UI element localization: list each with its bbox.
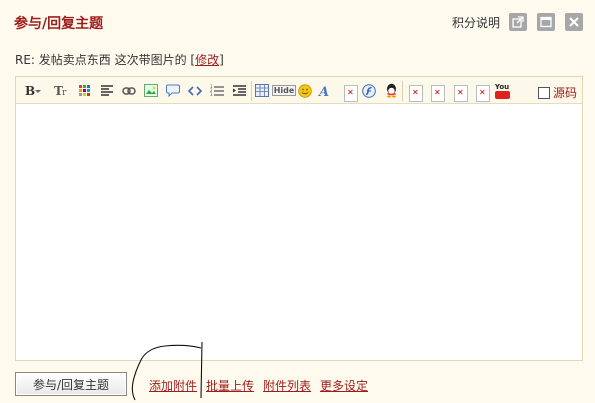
broken-image-icon[interactable] (476, 85, 490, 102)
toolbar-separator (251, 81, 252, 101)
quote-icon (166, 84, 180, 97)
more-settings-link[interactable]: 更多设定 (320, 377, 368, 394)
source-mode-toggle[interactable]: 源码 (538, 84, 577, 101)
broken-image-icon[interactable] (344, 85, 358, 102)
source-checkbox[interactable] (538, 86, 550, 99)
bold-button[interactable]: B (24, 82, 42, 99)
maximize-icon (540, 16, 552, 28)
table-icon (255, 84, 269, 97)
svg-text:A: A (318, 85, 329, 98)
message-textarea[interactable] (16, 104, 582, 360)
bold-icon: B (24, 84, 42, 98)
text-style-icon: A (318, 84, 332, 98)
subject-text: RE: 发帖卖点东西 这次带图片的 [ (15, 53, 196, 67)
broken-image-icon[interactable] (454, 85, 468, 102)
code-button[interactable] (187, 82, 203, 99)
code-icon (188, 85, 202, 96)
dialog-title: 参与/回复主题 (14, 16, 104, 32)
flash-button[interactable] (361, 82, 377, 99)
link-button[interactable] (121, 82, 137, 99)
qq-button[interactable] (383, 82, 399, 99)
toolbar-separator (402, 81, 403, 101)
ordered-list-icon: 123 (210, 84, 224, 97)
annotation-scribble (131, 341, 203, 401)
broken-image-icon[interactable] (409, 85, 423, 102)
youtube-icon: You (494, 82, 510, 99)
batch-upload-link[interactable]: 批量上传 (206, 377, 254, 394)
svg-text:r: r (62, 88, 67, 98)
close-icon (568, 16, 580, 28)
indent-icon (232, 84, 246, 97)
align-icon (101, 84, 113, 97)
source-label: 源码 (553, 86, 578, 100)
font-size-button[interactable]: Tr (54, 82, 72, 99)
smiley-icon (298, 83, 312, 98)
attachment-list-link[interactable]: 附件列表 (263, 377, 311, 394)
svg-text:B: B (25, 84, 35, 98)
smiley-button[interactable] (297, 82, 313, 99)
indent-button[interactable] (231, 82, 247, 99)
credits-link[interactable]: 积分说明 (452, 14, 500, 31)
color-grid-icon (79, 84, 91, 97)
ordered-list-button[interactable]: 123 (209, 82, 225, 99)
align-button[interactable] (99, 82, 115, 99)
subject-bracket: ] (219, 53, 224, 67)
broken-image-icon[interactable] (431, 85, 445, 102)
close-button[interactable] (565, 13, 583, 31)
popout-icon (512, 16, 524, 28)
editor-toolbar: B Tr 1 2 3 Hide A ✕ ✕ ✕ ✕ ✕ You 源码 (16, 77, 582, 104)
submit-reply-button[interactable]: 参与/回复主题 (15, 372, 127, 396)
text-style-button[interactable]: A (317, 82, 333, 99)
editor-frame: B Tr 1 2 3 Hide A ✕ ✕ ✕ ✕ ✕ You 源码 (15, 76, 583, 361)
link-icon (122, 86, 136, 96)
color-button[interactable] (77, 82, 93, 99)
youtube-button[interactable]: You (493, 81, 511, 100)
image-icon (144, 84, 158, 97)
flash-icon (362, 83, 376, 98)
table-button[interactable] (254, 82, 270, 99)
popout-button[interactable] (509, 13, 527, 31)
youtube-label: You (494, 82, 510, 91)
hide-icon: Hide (271, 85, 297, 96)
font-size-icon: Tr (54, 84, 72, 98)
edit-subject-link[interactable]: 修改 (195, 53, 219, 67)
svg-text:3: 3 (210, 92, 213, 97)
image-button[interactable] (143, 82, 159, 99)
qq-icon (385, 83, 398, 98)
hide-button[interactable]: Hide (271, 82, 297, 99)
quote-button[interactable] (165, 82, 181, 99)
maximize-button[interactable] (537, 13, 555, 31)
subject-line: RE: 发帖卖点东西 这次带图片的 [修改] (15, 51, 224, 68)
